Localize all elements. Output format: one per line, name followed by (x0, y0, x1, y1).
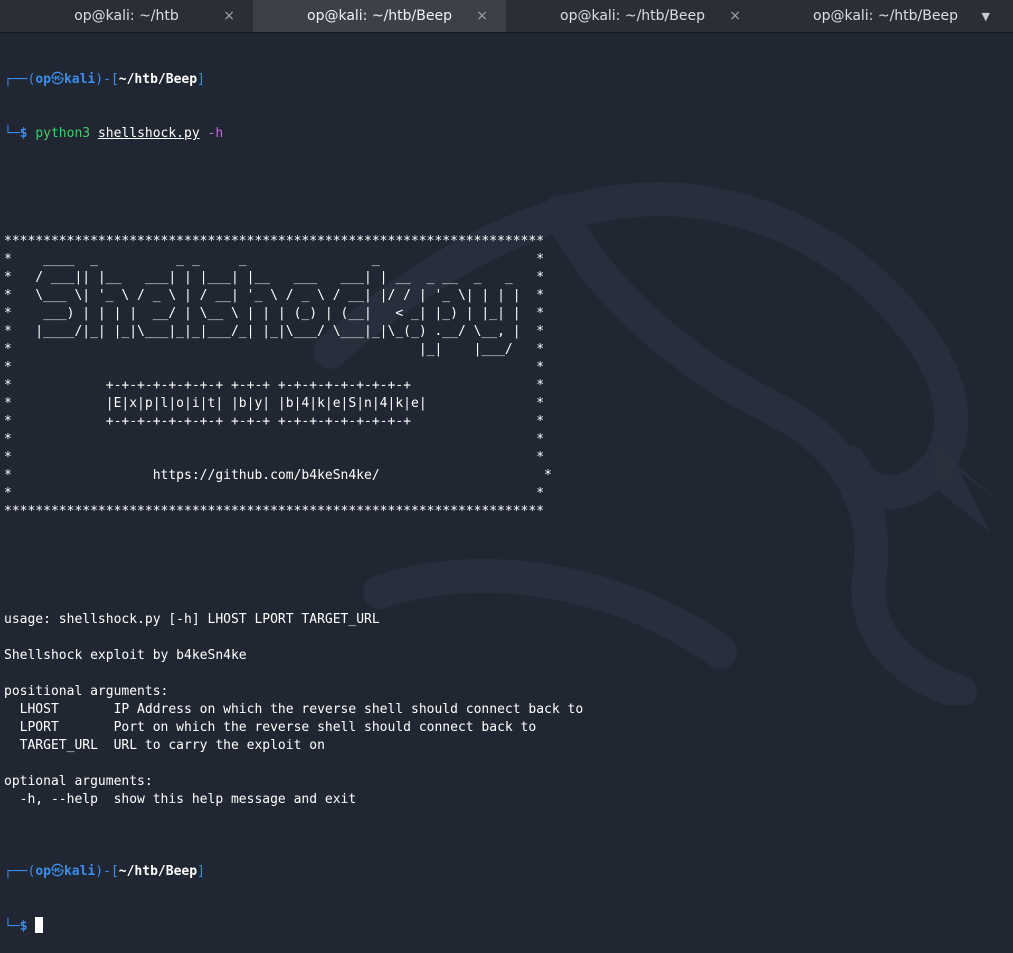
tab-htb[interactable]: op@kali: ~/htb × (0, 0, 253, 32)
banner-line: * * (4, 360, 545, 375)
output-line: -h, --help show this help message and ex… (4, 792, 357, 807)
tab-title: op@kali: ~/htb (74, 8, 179, 24)
output-line: positional arguments: (4, 684, 169, 699)
input-line[interactable]: └─$ (4, 917, 583, 935)
tab-beep-2[interactable]: op@kali: ~/htb/Beep × (506, 0, 759, 32)
tab-beep-3[interactable]: op@kali: ~/htb/Beep ▼ (759, 0, 1012, 32)
banner-line: * +-+-+-+-+-+-+-+ +-+-+ +-+-+-+-+-+-+-+-… (4, 378, 545, 393)
banner-line: * |____/|_| |_|\___|_|_|___/_| |_|\___/ … (4, 324, 545, 339)
banner-line: * * (4, 432, 545, 447)
prompt-line: ┌──(op㉿kali)-[~/htb/Beep] (4, 864, 205, 879)
banner-line: * ___) | | | | __/ | \__ \ | | | (_) | (… (4, 306, 545, 321)
banner-line: * * (4, 486, 545, 501)
output-line: Shellshock exploit by b4keSn4ke (4, 648, 247, 663)
terminal-output[interactable]: ┌──(op㉿kali)-[~/htb/Beep] └─$ python3 sh… (4, 35, 583, 953)
banner-line: * ____ _ _ _ _ _ * (4, 252, 545, 267)
banner-line: ****************************************… (4, 234, 545, 249)
command-line: └─$ python3 shellshock.py -h (4, 126, 224, 141)
output-line: TARGET_URL URL to carry the exploit on (4, 738, 325, 753)
banner-line: * * (4, 450, 545, 465)
banner-line: * https://github.com/b4keSn4ke/ * (4, 468, 552, 483)
output-line: LPORT Port on which the reverse shell sh… (4, 720, 537, 735)
banner-line: ****************************************… (4, 504, 545, 519)
tab-title: op@kali: ~/htb/Beep (813, 8, 958, 24)
prompt-line: ┌──(op㉿kali)-[~/htb/Beep] (4, 72, 205, 87)
tab-beep-active[interactable]: op@kali: ~/htb/Beep × (253, 0, 506, 32)
banner-line: * / ___|| |__ ___| | |___| |__ ___ ___| … (4, 270, 545, 285)
text-cursor (35, 917, 44, 933)
close-icon[interactable]: × (223, 0, 235, 32)
output-line: LHOST IP Address on which the reverse sh… (4, 702, 584, 717)
output-line: usage: shellshock.py [-h] LHOST LPORT TA… (4, 612, 380, 627)
tab-title: op@kali: ~/htb/Beep (560, 8, 705, 24)
banner-line: * \___ \| '_ \ / _ \ | / __| '_ \ / _ \ … (4, 288, 545, 303)
ascii-banner: ****************************************… (4, 233, 583, 521)
tab-bar: op@kali: ~/htb × op@kali: ~/htb/Beep × o… (0, 0, 1013, 33)
banner-line: * |_| |___/ * (4, 342, 545, 357)
help-output: usage: shellshock.py [-h] LHOST LPORT TA… (4, 557, 583, 827)
close-icon[interactable]: × (476, 0, 488, 32)
output-line: optional arguments: (4, 774, 153, 789)
tab-title: op@kali: ~/htb/Beep (307, 8, 452, 24)
banner-line: * +-+-+-+-+-+-+-+ +-+-+ +-+-+-+-+-+-+-+-… (4, 414, 545, 429)
chevron-down-icon[interactable]: ▼ (982, 0, 990, 32)
close-icon[interactable]: × (729, 0, 741, 32)
banner-line: * |E|x|p|l|o|i|t| |b|y| |b|4|k|e|S|n|4|k… (4, 396, 545, 411)
